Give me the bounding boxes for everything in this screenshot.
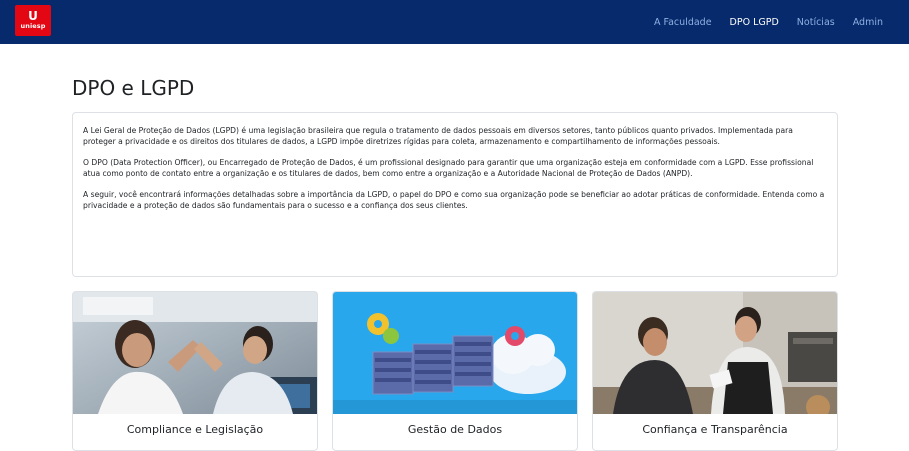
card-compliance[interactable]: Compliance e Legislação [72, 291, 318, 451]
card-trust-transparency[interactable]: Confiança e Transparência [592, 291, 838, 451]
nav-link-noticias[interactable]: Notícias [797, 17, 835, 28]
uniesp-logo[interactable]: U uniesp [15, 5, 51, 36]
page-title: DPO e LGPD [72, 76, 195, 100]
card-title: Compliance e Legislação [126, 423, 264, 436]
logo-text: uniesp [20, 21, 46, 30]
nav-link-dpo-lgpd[interactable]: DPO LGPD [730, 17, 779, 28]
logo-mark: U [28, 8, 38, 23]
nav-link-admin[interactable]: Admin [853, 17, 883, 28]
intro-paragraph-lgpd: A Lei Geral de Proteção de Dados (LGPD) … [83, 126, 793, 146]
intro-paragraph-dpo: O DPO (Data Protection Officer), ou Enca… [83, 158, 814, 178]
nav-link-a-faculdade[interactable]: A Faculdade [654, 17, 712, 28]
card-title: Gestão de Dados [407, 423, 503, 436]
compliance-image [73, 292, 317, 414]
top-navbar: U uniesp A Faculdade DPO LGPD Notícias A… [0, 0, 909, 44]
card-data-management[interactable]: Gestão de Dados [332, 291, 578, 451]
trust-transparency-image [593, 292, 837, 414]
feature-cards: Compliance e Legislação Gestão de Dados … [72, 291, 838, 451]
nav-links: A Faculdade DPO LGPD Notícias Admin [636, 0, 883, 44]
card-title: Confiança e Transparência [642, 423, 788, 436]
intro-card: A Lei Geral de Proteção de Dados (LGPD) … [72, 112, 838, 277]
data-management-image [333, 292, 577, 414]
intro-paragraph-benefits: A seguir, você encontrará informações de… [83, 190, 825, 210]
